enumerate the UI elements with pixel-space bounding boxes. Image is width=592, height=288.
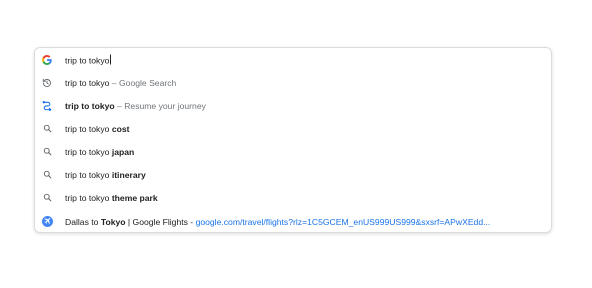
suggestion-completion: japan xyxy=(111,146,135,157)
search-icon xyxy=(41,169,53,181)
suggestion-query: trip to tokyo xyxy=(65,123,112,134)
suggestion-text: trip to tokyo – Resume your journey xyxy=(65,101,206,111)
suggestion-completion: theme park xyxy=(111,192,158,203)
suggestion-google-flights[interactable]: Dallas to Tokyo | Google Flights - googl… xyxy=(35,210,551,233)
omnibox-dropdown: trip to tokyo trip to tokyo – Google Sea… xyxy=(34,47,552,233)
suggestion-query: trip to tokyo xyxy=(65,169,112,180)
suggestion-text: trip to tokyo theme park xyxy=(65,193,158,203)
suggestion-text: trip to tokyo cost xyxy=(65,124,129,134)
history-icon xyxy=(41,77,53,89)
suggestion-query: trip to tokyo xyxy=(65,146,112,157)
suggestion-description: – Google Search xyxy=(109,77,177,88)
suggestion-query: trip to tokyo xyxy=(65,77,110,88)
text-caret xyxy=(109,54,111,64)
suggestion-title-suffix: | Google Flights - xyxy=(125,216,196,227)
suggestion-url: google.com/travel/flights?rlz=1C5GCEM_en… xyxy=(195,216,491,227)
suggestion-completion: itinerary xyxy=(111,169,146,180)
suggestion-text: Dallas to Tokyo | Google Flights - googl… xyxy=(65,217,490,227)
omnibox-input-text: trip to tokyo xyxy=(65,55,110,65)
suggestion-search-theme-park[interactable]: trip to tokyo theme park xyxy=(35,186,551,209)
search-icon xyxy=(41,192,53,204)
suggestion-search-itinerary[interactable]: trip to tokyo itinerary xyxy=(35,163,551,186)
suggestion-search-cost[interactable]: trip to tokyo cost xyxy=(35,117,551,140)
suggestion-text: trip to tokyo japan xyxy=(65,147,134,157)
suggestion-title: Dallas to xyxy=(65,216,101,227)
suggestion-text: trip to tokyo – Google Search xyxy=(65,78,176,88)
suggestion-description: – Resume your journey xyxy=(114,100,206,111)
suggestion-query: trip to tokyo xyxy=(65,192,112,203)
suggestion-history[interactable]: trip to tokyo – Google Search xyxy=(35,71,551,94)
suggestion-text: trip to tokyo itinerary xyxy=(65,170,146,180)
suggestion-query: trip to tokyo xyxy=(65,100,115,111)
google-g-icon xyxy=(41,54,53,66)
google-flights-icon xyxy=(41,216,53,228)
suggestion-title-match: Tokyo xyxy=(100,216,126,227)
suggestion-search-japan[interactable]: trip to tokyo japan xyxy=(35,140,551,163)
suggestion-resume-journey[interactable]: trip to tokyo – Resume your journey xyxy=(35,94,551,117)
omnibox-input[interactable]: trip to tokyo xyxy=(65,54,111,65)
omnibox-input-row[interactable]: trip to tokyo xyxy=(35,48,551,71)
search-icon xyxy=(41,146,53,158)
search-icon xyxy=(41,123,53,135)
resume-journey-icon xyxy=(41,100,53,112)
suggestion-completion: cost xyxy=(111,123,130,134)
